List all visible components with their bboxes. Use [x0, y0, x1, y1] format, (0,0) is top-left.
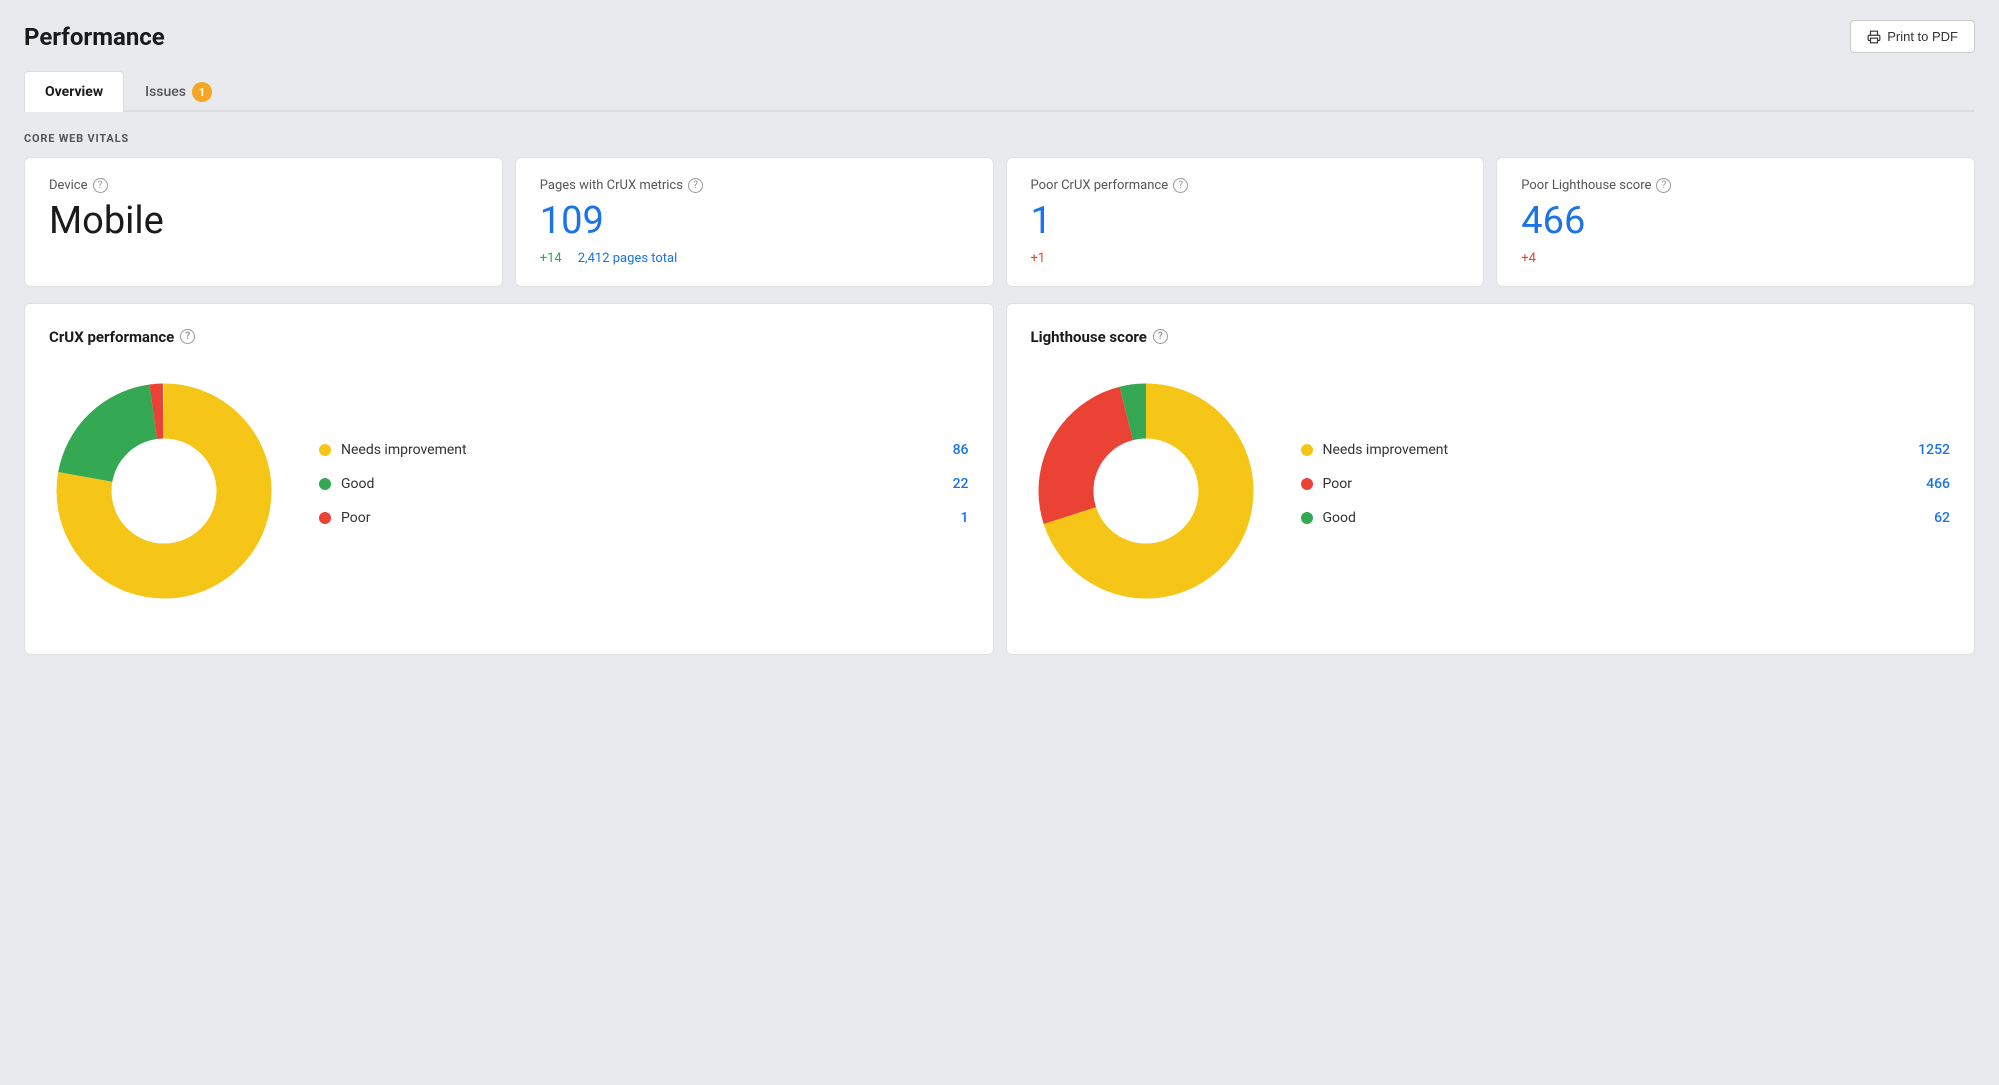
- pages-crux-label: Pages with CrUX metrics ?: [540, 178, 969, 193]
- crux-chart-content: Needs improvement 86 Good 22 Poor 1: [49, 366, 969, 630]
- lh-legend-label-needs-improvement: Needs improvement: [1323, 442, 1901, 458]
- lighthouse-chart-help-icon[interactable]: ?: [1153, 329, 1168, 344]
- poor-crux-help-icon[interactable]: ?: [1173, 178, 1188, 193]
- lighthouse-donut: [1031, 376, 1261, 610]
- pages-crux-help-icon[interactable]: ?: [688, 178, 703, 193]
- device-card: Device ? Mobile: [24, 157, 503, 287]
- lh-legend-item-poor: Poor 466: [1301, 476, 1951, 492]
- print-button-label: Print to PDF: [1887, 29, 1958, 44]
- legend-value-poor: 1: [919, 510, 969, 526]
- crux-legend: Needs improvement 86 Good 22 Poor 1: [319, 442, 969, 544]
- lighthouse-legend: Needs improvement 1252 Poor 466 Good 62: [1301, 442, 1951, 544]
- legend-dot-good: [319, 478, 331, 490]
- legend-value-needs-improvement: 86: [919, 442, 969, 458]
- legend-value-good: 22: [919, 476, 969, 492]
- poor-lighthouse-card: Poor Lighthouse score ? 466 +4: [1496, 157, 1975, 287]
- lh-legend-item-needs-improvement: Needs improvement 1252: [1301, 442, 1951, 458]
- legend-label-needs-improvement: Needs improvement: [341, 442, 919, 458]
- lh-legend-label-good: Good: [1323, 510, 1901, 526]
- poor-lighthouse-help-icon[interactable]: ?: [1656, 178, 1671, 193]
- pages-crux-total: 2,412 pages total: [578, 251, 678, 266]
- lh-legend-value-needs-improvement: 1252: [1900, 442, 1950, 458]
- device-value: Mobile: [49, 201, 478, 243]
- legend-item-good: Good 22: [319, 476, 969, 492]
- page-title: Performance: [24, 23, 165, 51]
- crux-chart-card: CrUX performance ?: [24, 303, 994, 655]
- lighthouse-chart-card: Lighthouse score ?: [1006, 303, 1976, 655]
- print-button[interactable]: Print to PDF: [1850, 20, 1975, 53]
- crux-chart-title: CrUX performance ?: [49, 328, 969, 346]
- lh-legend-value-poor: 466: [1900, 476, 1950, 492]
- print-icon: [1867, 30, 1881, 44]
- lighthouse-chart-content: Needs improvement 1252 Poor 466 Good 62: [1031, 366, 1951, 630]
- device-label: Device ?: [49, 178, 478, 193]
- legend-label-poor: Poor: [341, 510, 919, 526]
- metrics-cards: Device ? Mobile Pages with CrUX metrics …: [24, 157, 1975, 287]
- tabs-row: Overview Issues 1: [24, 69, 1975, 112]
- poor-lighthouse-change: +4: [1521, 251, 1536, 266]
- crux-chart-help-icon[interactable]: ?: [180, 329, 195, 344]
- lh-legend-value-good: 62: [1900, 510, 1950, 526]
- pages-crux-change: +14: [540, 251, 562, 266]
- poor-crux-value: 1: [1031, 201, 1460, 243]
- poor-lighthouse-sub: +4: [1521, 251, 1950, 266]
- poor-crux-label: Poor CrUX performance ?: [1031, 178, 1460, 193]
- lighthouse-chart-title: Lighthouse score ?: [1031, 328, 1951, 346]
- legend-dot-needs-improvement: [319, 444, 331, 456]
- lh-legend-label-poor: Poor: [1323, 476, 1901, 492]
- crux-donut: [49, 376, 279, 610]
- poor-lighthouse-label: Poor Lighthouse score ?: [1521, 178, 1950, 193]
- legend-item-poor: Poor 1: [319, 510, 969, 526]
- issues-badge: 1: [192, 82, 212, 102]
- device-help-icon[interactable]: ?: [93, 178, 108, 193]
- legend-label-good: Good: [341, 476, 919, 492]
- poor-crux-sub: +1: [1031, 251, 1460, 266]
- poor-lighthouse-value: 466: [1521, 201, 1950, 243]
- lh-legend-dot-poor: [1301, 478, 1313, 490]
- page-header: Performance Print to PDF: [24, 20, 1975, 53]
- lh-legend-dot-needs-improvement: [1301, 444, 1313, 456]
- pages-crux-value: 109: [540, 201, 969, 243]
- tab-issues-label: Issues: [145, 84, 186, 100]
- pages-crux-card: Pages with CrUX metrics ? 109 +14 2,412 …: [515, 157, 994, 287]
- pages-crux-sub: +14 2,412 pages total: [540, 251, 969, 266]
- tab-overview[interactable]: Overview: [24, 71, 124, 112]
- lh-legend-dot-good: [1301, 512, 1313, 524]
- section-label: CORE WEB VITALS: [24, 132, 1975, 145]
- poor-crux-change: +1: [1031, 251, 1046, 266]
- lh-legend-item-good: Good 62: [1301, 510, 1951, 526]
- poor-crux-card: Poor CrUX performance ? 1 +1: [1006, 157, 1485, 287]
- tab-overview-label: Overview: [45, 84, 103, 100]
- tab-issues[interactable]: Issues 1: [124, 71, 233, 112]
- charts-row: CrUX performance ?: [24, 303, 1975, 655]
- legend-item-needs-improvement: Needs improvement 86: [319, 442, 969, 458]
- legend-dot-poor: [319, 512, 331, 524]
